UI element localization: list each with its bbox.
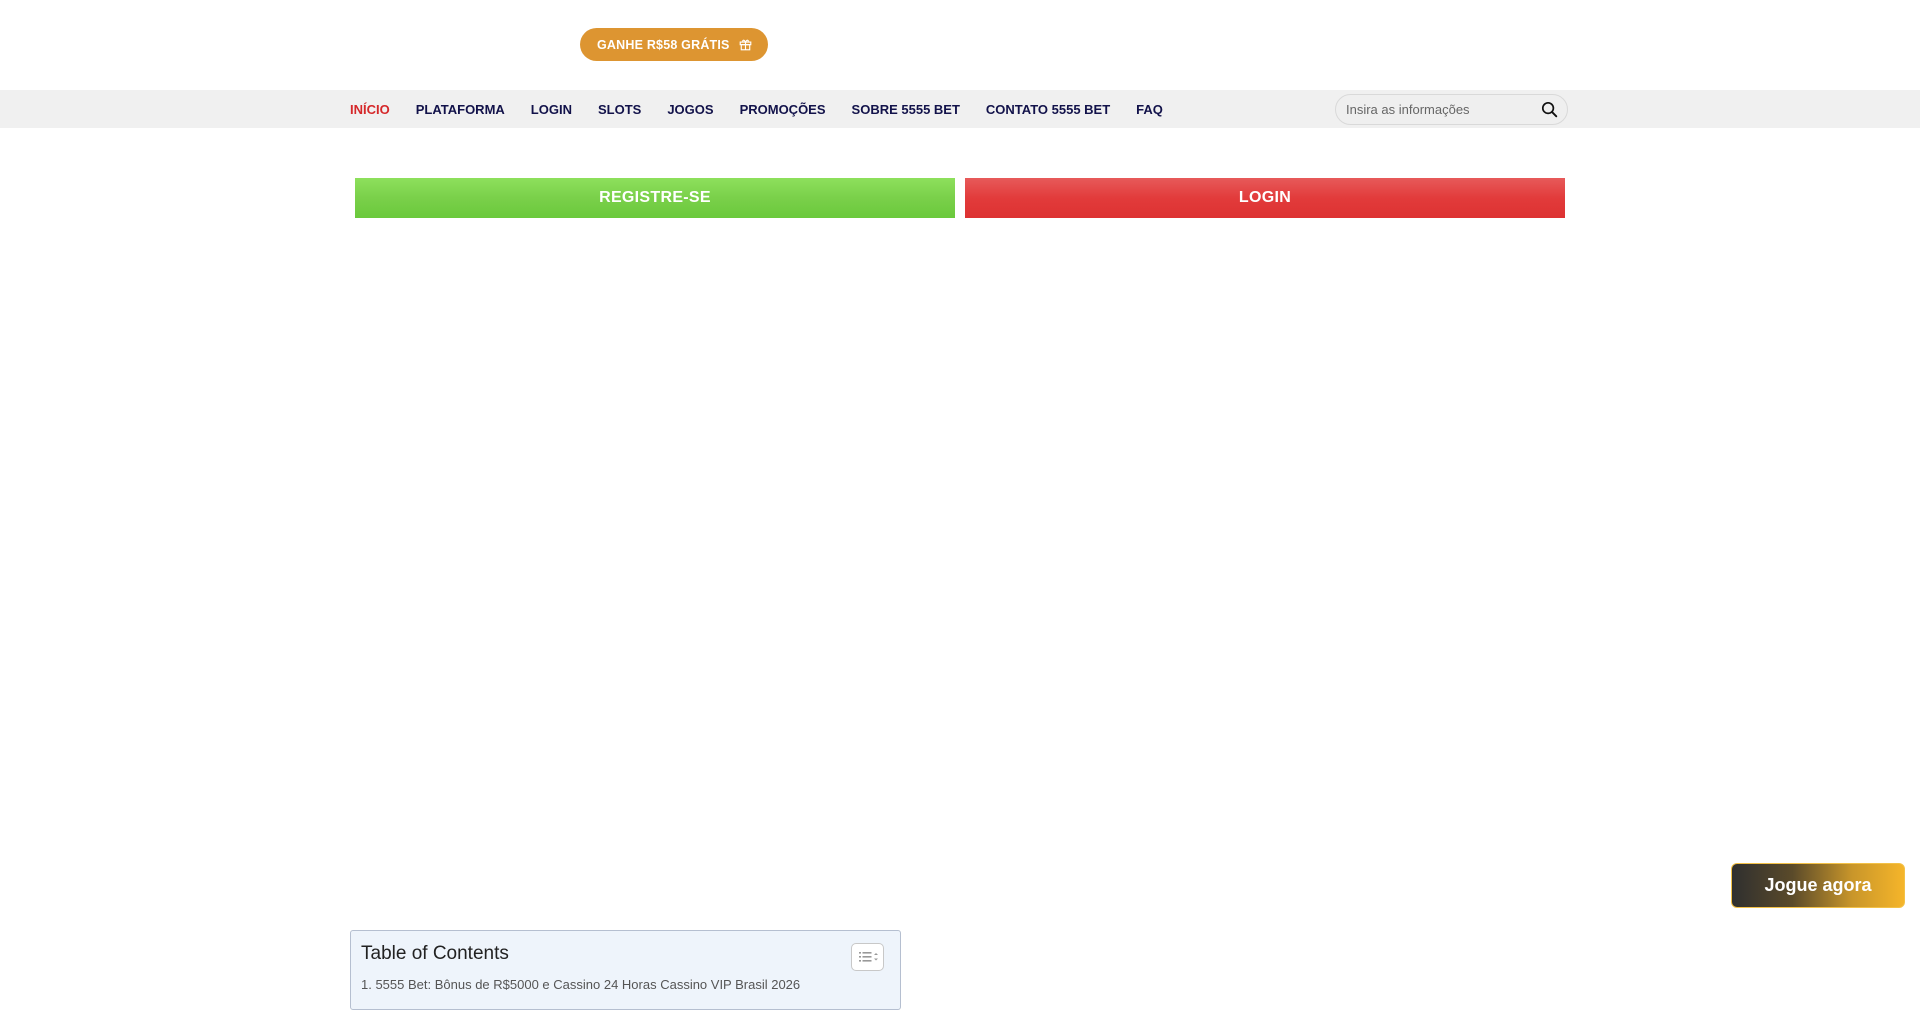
toc-item[interactable]: 1. 5555 Bet: Bônus de R$5000 e Cassino 2… [361,977,800,992]
nav-item-contato[interactable]: CONTATO 5555 BET [986,102,1110,117]
top-header: GANHE R$58 GRÁTIS [0,0,1920,90]
nav-item-faq[interactable]: FAQ [1136,102,1163,117]
nav-item-login[interactable]: LOGIN [531,102,572,117]
nav-item-sobre[interactable]: SOBRE 5555 BET [852,102,960,117]
nav-item-promocoes[interactable]: PROMOÇÕES [740,102,826,117]
play-now-button[interactable]: Jogue agora [1731,863,1905,908]
nav-item-plataforma[interactable]: PLATAFORMA [416,102,505,117]
nav-item-jogos[interactable]: JOGOS [667,102,713,117]
table-of-contents: Table of Contents 1. 5555 Bet: Bônus de … [350,930,901,1010]
toc-toggle-button[interactable] [851,943,884,971]
gift-icon [739,39,751,51]
search-icon[interactable] [1541,101,1558,118]
promo-bonus-label: GANHE R$58 GRÁTIS [597,37,730,52]
search-input[interactable] [1346,95,1536,124]
main-navbar: INÍCIO PLATAFORMA LOGIN SLOTS JOGOS PROM… [0,90,1920,128]
nav-item-slots[interactable]: SLOTS [598,102,641,117]
search-box [1335,94,1568,125]
list-toggle-icon [859,952,878,962]
nav-item-inicio[interactable]: INÍCIO [350,102,390,117]
nav-menu: INÍCIO PLATAFORMA LOGIN SLOTS JOGOS PROM… [350,90,1189,128]
register-button[interactable]: REGISTRE-SE [355,178,955,218]
toc-title: Table of Contents [361,943,509,964]
login-button[interactable]: LOGIN [965,178,1565,218]
promo-bonus-button[interactable]: GANHE R$58 GRÁTIS [580,28,768,61]
